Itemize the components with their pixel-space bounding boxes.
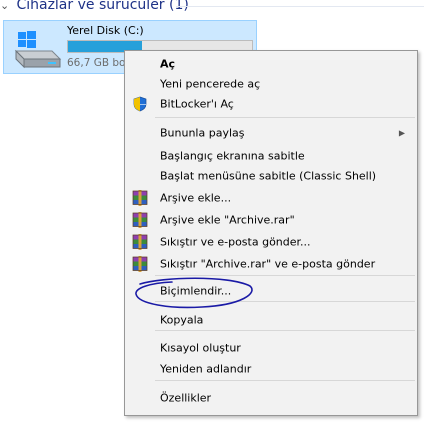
annotation-ellipse <box>135 277 253 309</box>
menu-separator <box>155 330 415 331</box>
section-title: Cihazlar ve sürücüler (1) <box>16 0 189 13</box>
menu-item-label: Arşive ekle... <box>160 191 232 205</box>
winrar-icon <box>132 256 148 272</box>
menu-item-label: Yeni pencerede aç <box>160 77 261 91</box>
menu-item-bitlocker-i-ac[interactable]: BitLocker'ı Aç <box>125 93 417 115</box>
chevron-down-icon[interactable]: ⌄ <box>0 0 12 12</box>
menu-separator <box>155 380 415 381</box>
menu-item-label: Kopyala <box>160 313 204 327</box>
menu-item-label: Yeniden adlandır <box>160 362 252 376</box>
menu-item-ac[interactable]: Aç <box>125 53 417 75</box>
menu-item-label: Başlangıç ekranına sabitle <box>160 149 305 163</box>
menu-item-bununla-paylas[interactable]: Bununla paylaş ▶ <box>125 122 417 144</box>
menu-item-arsive-ekle-archive-rar[interactable]: Arşive ekle "Archive.rar" <box>125 209 417 231</box>
drive-name: Yerel Disk (C:) <box>67 24 144 37</box>
menu-item-label: Aç <box>160 57 176 71</box>
hard-drive-icon <box>14 31 62 69</box>
menu-item-label: BitLocker'ı Aç <box>160 97 234 111</box>
winrar-icon <box>132 190 148 206</box>
menu-item-kisayol-olustur[interactable]: Kısayol oluştur <box>125 337 417 359</box>
menu-item-label: Bununla paylaş <box>160 126 245 140</box>
menu-item-kopyala[interactable]: Kopyala <box>125 309 417 331</box>
menu-item-baslangic-ekranina-sabitle[interactable]: Başlangıç ekranına sabitle <box>125 145 417 167</box>
submenu-arrow-icon: ▶ <box>398 128 405 138</box>
menu-item-label: Sıkıştır ve e-posta gönder... <box>160 235 311 249</box>
menu-item-arsive-ekle[interactable]: Arşive ekle... <box>125 187 417 209</box>
menu-item-sikistir-archive-rar-ve-e-posta-gonder[interactable]: Sıkıştır "Archive.rar" ve e-posta gönder <box>125 253 417 275</box>
menu-item-label: Başlat menüsüne sabitle (Classic Shell) <box>160 169 377 183</box>
menu-item-sikistir-ve-e-posta-gonder[interactable]: Sıkıştır ve e-posta gönder... <box>125 231 417 253</box>
menu-item-baslat-menusune-sabitle-classic-shell[interactable]: Başlat menüsüne sabitle (Classic Shell) <box>125 165 417 187</box>
menu-item-label: Sıkıştır "Archive.rar" ve e-posta gönder <box>160 257 376 271</box>
menu-item-ozellikler[interactable]: Özellikler <box>125 387 417 409</box>
menu-item-yeniden-adlandir[interactable]: Yeniden adlandır <box>125 358 417 380</box>
menu-item-label: Arşive ekle "Archive.rar" <box>160 213 295 227</box>
shield-icon <box>133 96 147 112</box>
section-header[interactable]: ⌄ Cihazlar ve sürücüler (1) <box>0 0 189 17</box>
menu-separator <box>155 117 415 118</box>
winrar-icon <box>132 234 148 250</box>
section-divider <box>176 6 424 7</box>
menu-item-label: Özellikler <box>160 391 212 405</box>
context-menu: Aç Yeni pencerede aç BitLocker'ı Aç Bununla… <box>124 50 418 416</box>
menu-item-yeni-pencerede-ac[interactable]: Yeni pencerede aç <box>125 73 417 95</box>
menu-item-label: Kısayol oluştur <box>160 341 241 355</box>
winrar-icon <box>132 212 148 228</box>
